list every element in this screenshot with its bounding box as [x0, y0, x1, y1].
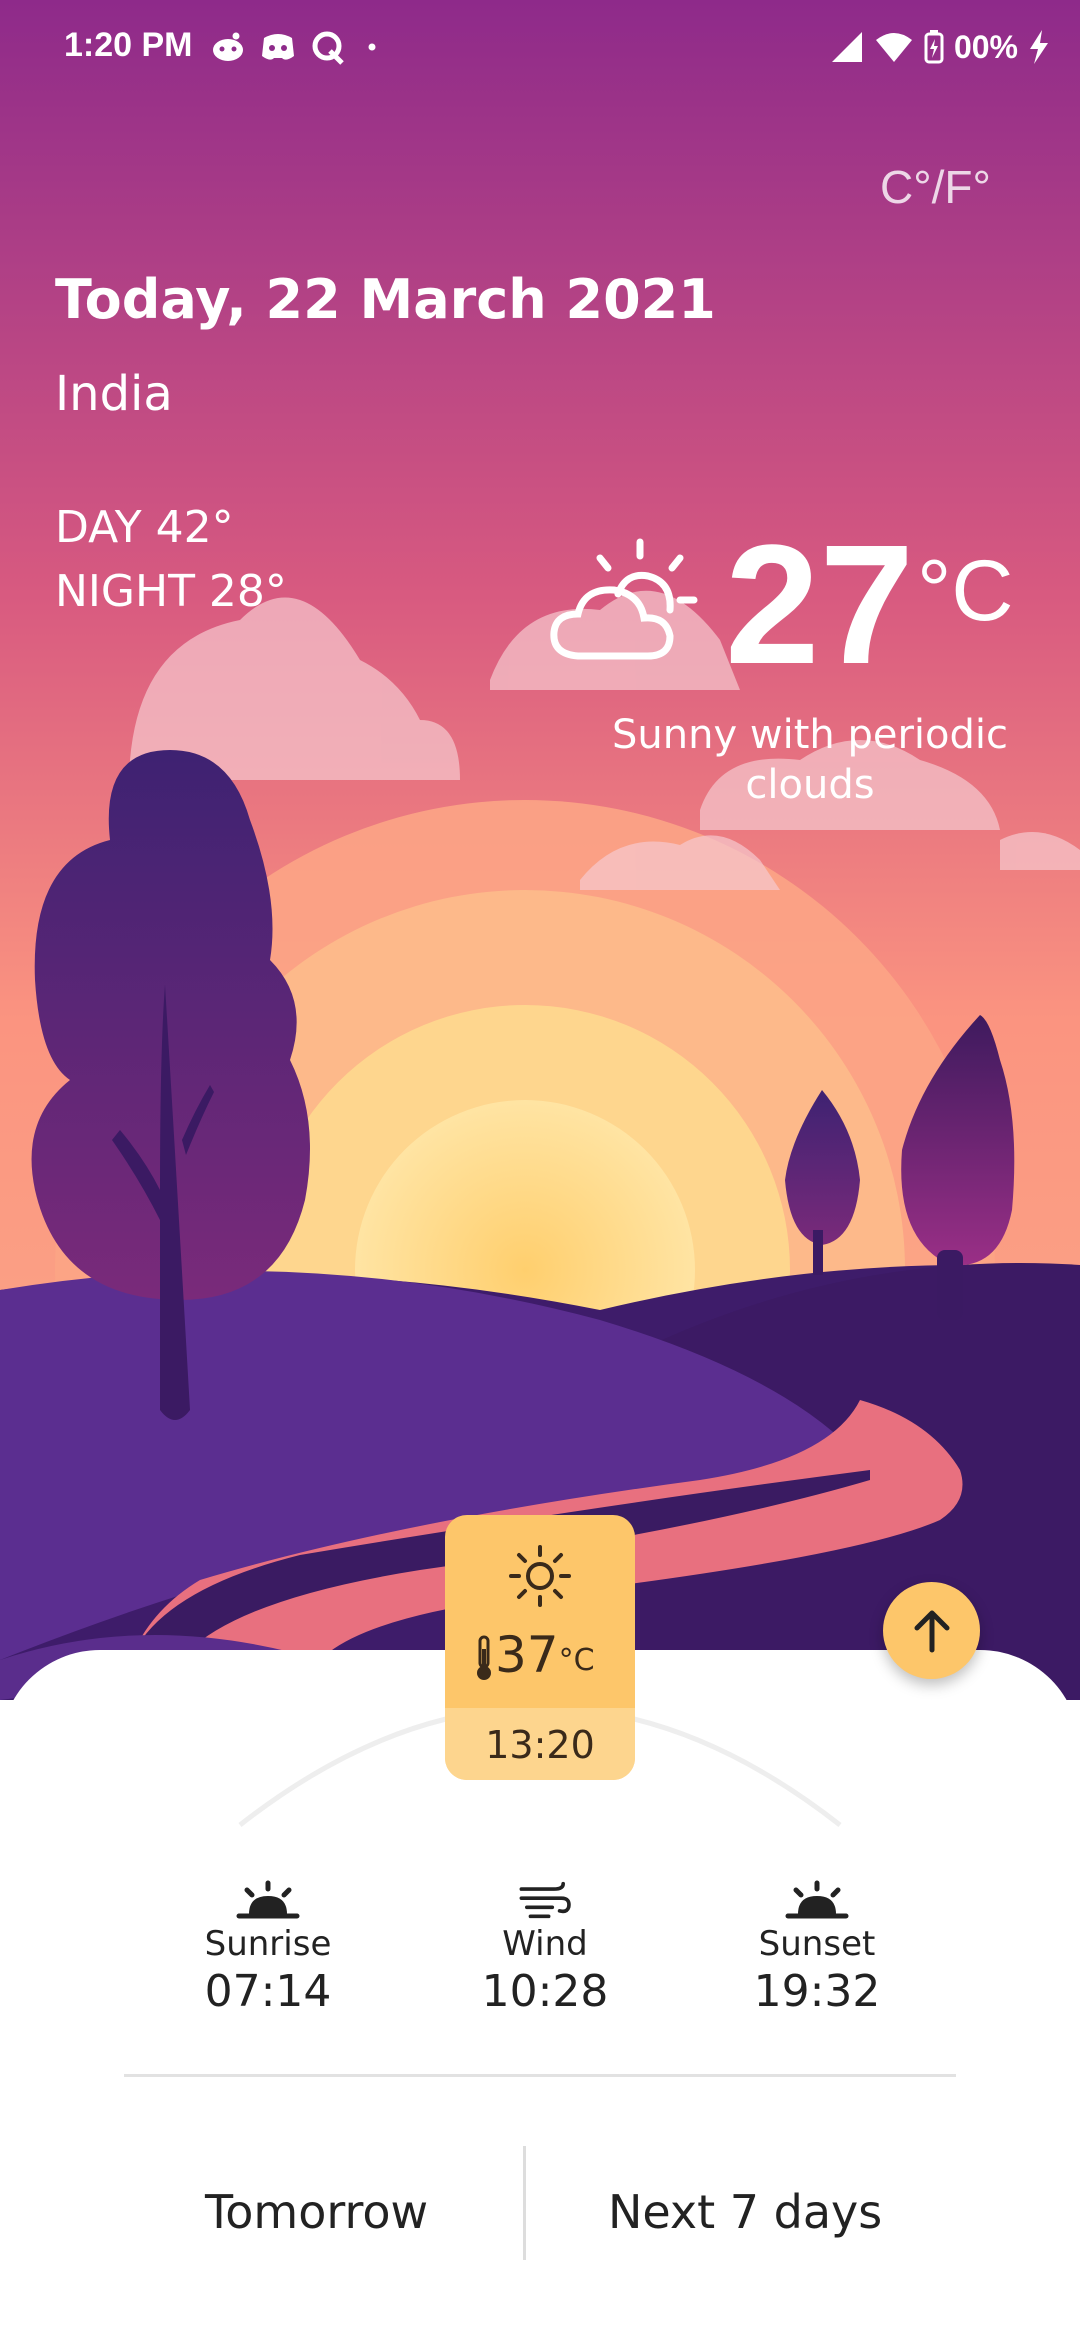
current-temp-value: 27 — [725, 510, 915, 700]
landscape-illustration — [0, 0, 1080, 1700]
sunrise-label: Sunrise — [204, 1924, 332, 1964]
dot-icon — [368, 43, 376, 51]
hour-temp-unit: °C — [558, 1643, 595, 1678]
page-title-date: Today, 22 March 2021 — [55, 268, 716, 331]
unit-toggle[interactable]: C°/F° — [880, 160, 991, 214]
reddit-icon — [213, 32, 243, 61]
wifi-icon — [875, 33, 912, 62]
wind-stat: Wind 10:28 — [425, 1880, 665, 2017]
sunset-value: 19:32 — [753, 1966, 881, 2017]
status-bar: 1:20 PM 00% — [0, 0, 1080, 96]
sunrise-icon — [236, 1880, 300, 1919]
hour-temp-value: 37 — [495, 1626, 559, 1684]
status-time: 1:20 PM — [64, 26, 193, 64]
location-label: India — [55, 366, 173, 422]
charging-icon — [1030, 30, 1048, 64]
hour-temperature: 37 °C — [473, 1627, 595, 1683]
wind-label: Wind — [502, 1924, 588, 1964]
tab-tomorrow[interactable]: Tomorrow — [205, 2185, 428, 2239]
tab-next-7-days[interactable]: Next 7 days — [608, 2185, 882, 2239]
sunrise-value: 07:14 — [204, 1966, 332, 2017]
sunset-icon — [785, 1880, 849, 1919]
thermometer-icon — [477, 1635, 491, 1680]
tab-divider — [523, 2146, 526, 2260]
wind-value: 10:28 — [481, 1966, 609, 2017]
partly-cloudy-icon — [550, 538, 698, 660]
divider — [124, 2074, 956, 2077]
battery-icon — [924, 30, 944, 64]
day-night-temps: DAY 42° NIGHT 28° — [55, 496, 287, 624]
wind-icon — [519, 1881, 571, 1919]
sunset-stat: Sunset 19:32 — [697, 1880, 937, 2017]
current-temperature: 27 °C — [725, 520, 1014, 690]
notification-icons — [210, 22, 384, 72]
current-temp-unit: °C — [917, 543, 1014, 639]
arrow-up-icon — [914, 1610, 949, 1652]
weather-condition: Sunny with periodic clouds — [612, 712, 1008, 808]
sun-icon — [509, 1545, 571, 1607]
sunrise-stat: Sunrise 07:14 — [148, 1880, 388, 2017]
signal-icon — [831, 32, 862, 62]
current-hour-card: 37 °C 13:20 — [445, 1515, 635, 1780]
discord-icon — [262, 34, 294, 60]
sunset-label: Sunset — [758, 1924, 876, 1964]
scroll-up-button[interactable] — [883, 1582, 980, 1679]
system-icons: 00% — [830, 22, 1050, 72]
quora-icon — [312, 31, 344, 65]
night-temp: NIGHT 28° — [55, 566, 287, 617]
day-temp: DAY 42° — [55, 502, 234, 553]
hour-time: 13:20 — [485, 1723, 595, 1767]
battery-percent: 00% — [953, 28, 1018, 65]
